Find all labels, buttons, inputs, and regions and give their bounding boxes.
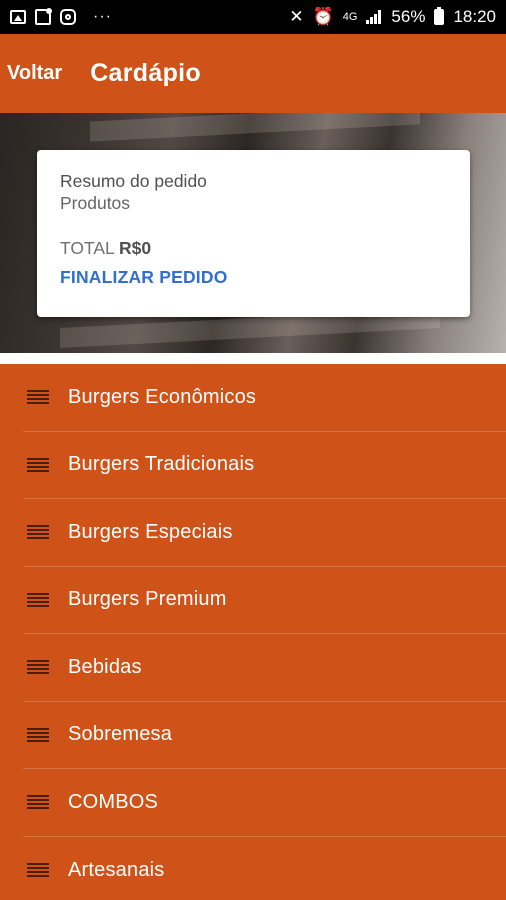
menu-category-item[interactable]: Artesanais xyxy=(23,837,506,900)
menu-category-item[interactable]: Burgers Econômicos xyxy=(23,364,506,432)
signal-icon xyxy=(366,10,382,24)
list-icon xyxy=(27,727,49,743)
menu-category-item[interactable]: Sobremesa xyxy=(23,702,506,769)
order-total: TOTAL R$0 xyxy=(60,237,447,259)
order-summary-card: Resumo do pedido Produtos TOTAL R$0 FINA… xyxy=(37,150,470,317)
menu-category-item[interactable]: Bebidas xyxy=(23,634,506,702)
menu-category-label: Artesanais xyxy=(68,858,165,881)
menu-category-item[interactable]: Burgers Premium xyxy=(23,567,506,634)
battery-icon xyxy=(434,7,445,25)
status-bar-right: ✕ ⏰ 4G 56% 18:20 xyxy=(289,7,496,27)
menu-category-item[interactable]: Burgers Especiais xyxy=(23,499,506,567)
page-title: Cardápio xyxy=(90,59,201,87)
menu-category-label: Burgers Econômicos xyxy=(68,385,257,408)
list-icon xyxy=(27,389,49,405)
hero-banner-image: Resumo do pedido Produtos TOTAL R$0 FINA… xyxy=(0,113,506,353)
status-bar-left: ··· xyxy=(10,8,112,26)
list-icon xyxy=(27,862,49,878)
menu-category-label: Sobremesa xyxy=(68,723,173,746)
divider xyxy=(0,353,506,364)
list-icon xyxy=(27,524,49,540)
order-summary-products: Produtos xyxy=(60,193,131,213)
finish-order-button[interactable]: FINALIZAR PEDIDO xyxy=(60,267,447,288)
clock: 18:20 xyxy=(453,7,496,26)
menu-category-item[interactable]: Burgers Tradicionais xyxy=(23,432,506,499)
hero-texture xyxy=(90,113,420,142)
menu-category-list: Burgers Econômicos Burgers Tradicionais … xyxy=(0,364,506,900)
alarm-icon: ⏰ xyxy=(312,7,334,26)
status-bar: ··· ✕ ⏰ 4G 56% 18:20 xyxy=(0,0,506,34)
instagram-icon xyxy=(60,9,76,25)
order-total-label: TOTAL xyxy=(60,238,115,258)
order-total-value: R$0 xyxy=(119,238,152,258)
list-icon xyxy=(27,457,49,473)
menu-category-label: COMBOS xyxy=(68,790,159,813)
list-icon xyxy=(27,592,49,608)
order-summary-title: Resumo do pedido xyxy=(60,171,207,191)
more-notifications-icon: ··· xyxy=(93,8,112,25)
list-icon xyxy=(27,659,49,675)
menu-category-label: Burgers Premium xyxy=(68,588,227,611)
gallery-notification-icon xyxy=(35,8,52,25)
image-notification-icon xyxy=(10,10,26,24)
battery-percent: 56% xyxy=(391,7,426,26)
menu-category-label: Bebidas xyxy=(68,655,142,678)
mute-icon: ✕ xyxy=(289,7,304,26)
list-icon xyxy=(27,794,49,810)
app-bar: Voltar Cardápio xyxy=(0,34,506,113)
network-type: 4G xyxy=(342,11,358,23)
menu-category-label: Burgers Tradicionais xyxy=(68,453,255,476)
back-button[interactable]: Voltar xyxy=(7,62,62,85)
menu-category-label: Burgers Especiais xyxy=(68,520,233,543)
menu-category-item[interactable]: COMBOS xyxy=(23,769,506,837)
